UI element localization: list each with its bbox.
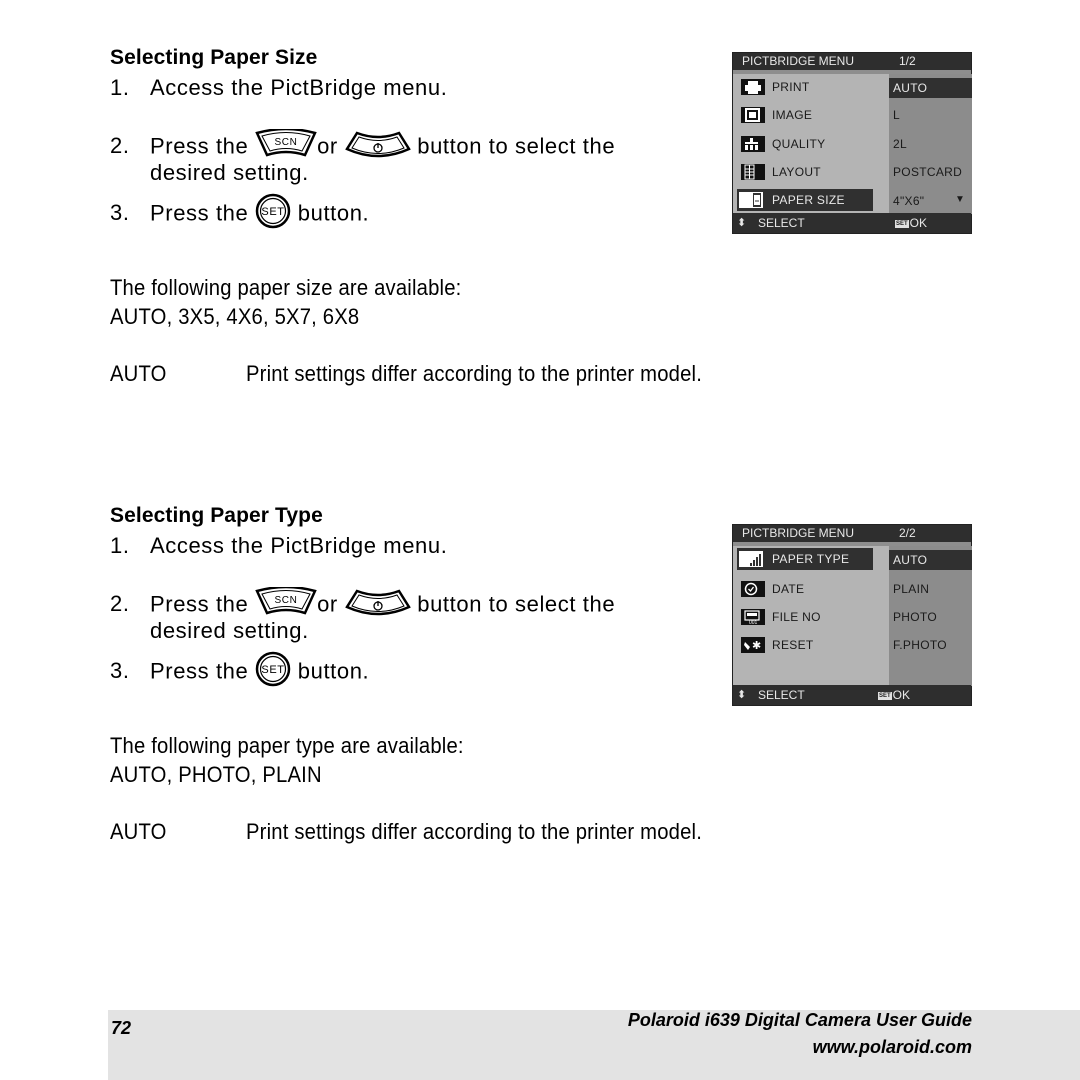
image-icon (741, 107, 765, 123)
svg-text:001: 001 (749, 620, 758, 625)
section-heading: Selecting Paper Type (110, 504, 323, 527)
step-text: Press the (150, 658, 249, 684)
lcd-select-hint: SELECT (758, 688, 805, 702)
step-text: desired setting. (150, 160, 309, 185)
website-link[interactable]: www.polaroid.com (813, 1037, 972, 1058)
page-number: 72 (111, 1018, 132, 1038)
file-no-icon: 001 (741, 609, 765, 626)
svg-text:SET: SET (261, 664, 284, 676)
svg-text:SCN: SCN (275, 137, 298, 148)
step-text: button to select the (417, 133, 616, 159)
lcd-value-image: L (893, 108, 900, 122)
lcd-footer-bar: ⬍ SELECT SET OK (733, 213, 971, 233)
step-number: 1. (110, 75, 130, 100)
step-1: 1. Access the PictBridge menu. (110, 531, 447, 560)
note-description: Print settings differ according to the p… (246, 361, 703, 386)
lcd-item-print: PRINT (733, 76, 889, 98)
lcd-item-date: DATE (733, 578, 889, 600)
lcd-page-indicator: 2/2 (899, 526, 916, 540)
up-down-arrows-icon: ⬍ (737, 217, 747, 229)
lcd-value-paper-size: 4"X6" (893, 194, 925, 208)
reset-icon: ✱ (741, 637, 765, 653)
available-intro: The following paper size are available: (110, 275, 462, 300)
layout-icon (741, 164, 765, 180)
date-icon (741, 581, 765, 597)
lcd-title: PICTBRIDGE MENU (742, 54, 855, 68)
step-3: 3. Press the SET button. (110, 651, 369, 694)
step-number: 2. (110, 591, 130, 617)
lcd-item-paper-type: PAPER TYPE (737, 548, 873, 570)
step-text: button. (297, 200, 370, 226)
lcd-item-reset: ✱ RESET (733, 634, 889, 656)
lcd-menu-page-2: PICTBRIDGE MENU 2/2 PAPER TYPE DATE 001 … (732, 524, 972, 706)
guide-title: Polaroid i639 Digital Camera User Guide (627, 1010, 972, 1030)
lcd-item-file-no: 001 FILE NO (733, 606, 889, 628)
lcd-menu-page-1: PICTBRIDGE MENU 1/2 PRINT IMAGE QUALITY (732, 52, 972, 234)
svg-text:SET: SET (261, 206, 284, 218)
step-number: 3. (110, 200, 130, 226)
step-text: Press the (150, 591, 249, 617)
lcd-value-option: F.PHOTO (893, 638, 947, 652)
step-3: 3. Press the SET button. (110, 193, 369, 236)
lcd-select-hint: SELECT (758, 216, 805, 230)
paper-size-icon (739, 192, 763, 208)
lcd-item-quality: QUALITY (733, 133, 889, 155)
lcd-value-print: AUTO (889, 78, 972, 98)
set-button-icon: SET (255, 651, 291, 694)
self-timer-button-icon (344, 129, 411, 166)
lcd-item-image: IMAGE (733, 104, 889, 126)
step-text: button. (297, 658, 370, 684)
step-number: 3. (110, 658, 130, 684)
step-number: 2. (110, 133, 130, 159)
lcd-footer-bar: ⬍ SELECT SET OK (733, 685, 971, 705)
step-2-continued: desired setting. (110, 158, 309, 187)
lcd-title: PICTBRIDGE MENU (742, 526, 855, 540)
set-badge-icon: SET (895, 219, 909, 228)
lcd-value-quality: 2L (893, 137, 907, 151)
step-text: Press the (150, 200, 249, 226)
printer-icon (741, 79, 765, 95)
self-timer-button-icon (344, 587, 411, 624)
step-number: 1. (110, 533, 130, 558)
step-1: 1. Access the PictBridge menu. (110, 73, 447, 102)
set-button-icon: SET (255, 193, 291, 236)
step-text: Access the PictBridge menu. (150, 533, 448, 558)
lcd-ok-hint: OK (892, 688, 911, 702)
lcd-value-option: PLAIN (893, 582, 930, 596)
note-description: Print settings differ according to the p… (246, 819, 703, 844)
note-term: AUTO (110, 361, 167, 386)
paper-type-icon (739, 551, 763, 567)
lcd-value-layout: POSTCARD (893, 165, 963, 179)
step-text: or (317, 591, 338, 617)
lcd-item-paper-size: PAPER SIZE (737, 189, 873, 211)
lcd-value-paper-type: AUTO (889, 550, 972, 570)
step-text: Press the (150, 133, 249, 159)
available-list: AUTO, 3X5, 4X6, 5X7, 6X8 (110, 304, 360, 329)
step-text: Access the PictBridge menu. (150, 75, 448, 100)
lcd-ok-hint: OK (909, 216, 928, 230)
step-text: desired setting. (150, 618, 309, 643)
note-term: AUTO (110, 819, 167, 844)
quality-icon (741, 136, 765, 152)
available-intro: The following paper type are available: (110, 733, 464, 758)
step-text: button to select the (417, 591, 616, 617)
svg-text:SCN: SCN (275, 595, 298, 606)
dropdown-arrow-icon: ▼ (955, 194, 966, 205)
set-badge-icon: SET (878, 691, 892, 700)
available-list: AUTO, PHOTO, PLAIN (110, 762, 322, 787)
lcd-item-layout: LAYOUT (733, 161, 889, 183)
step-2-continued: desired setting. (110, 616, 309, 645)
up-down-arrows-icon: ⬍ (737, 689, 747, 701)
page-footer: 72 Polaroid i639 Digital Camera User Gui… (108, 1010, 1080, 1080)
lcd-title-bar: PICTBRIDGE MENU 2/2 (733, 525, 971, 542)
lcd-title-bar: PICTBRIDGE MENU 1/2 (733, 53, 971, 70)
step-text: or (317, 133, 338, 159)
section-heading: Selecting Paper Size (110, 46, 318, 69)
lcd-page-indicator: 1/2 (899, 54, 916, 68)
lcd-value-option: PHOTO (893, 610, 937, 624)
svg-text:✱: ✱ (752, 639, 761, 652)
